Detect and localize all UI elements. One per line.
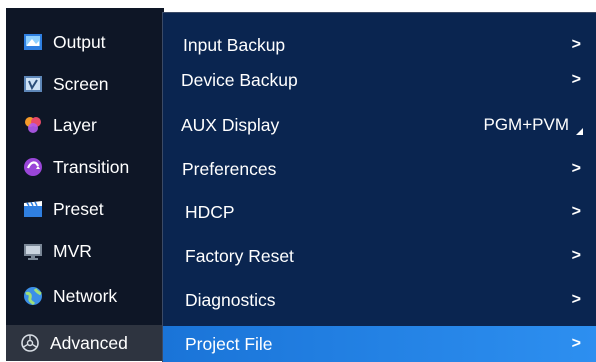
sidebar-item-transition[interactable]: Transition — [6, 147, 164, 187]
chevron-right-icon: > — [571, 335, 581, 352]
sidebar-item-advanced[interactable]: Advanced — [6, 325, 164, 361]
menu-item-label: Input Backup — [183, 34, 286, 55]
sidebar-item-label: Output — [53, 31, 106, 52]
chevron-right-icon: > — [571, 160, 581, 177]
sidebar-item-network[interactable]: Network — [6, 276, 164, 316]
sidebar-item-mvr[interactable]: MVR — [6, 231, 164, 271]
output-icon — [23, 32, 43, 52]
menu-item-label: Preferences — [182, 158, 277, 179]
sidebar-item-label: MVR — [53, 240, 92, 261]
mvr-icon — [23, 241, 43, 261]
chevron-right-icon: > — [571, 71, 581, 88]
sidebar-item-label: Preset — [53, 198, 104, 219]
menu-item-label: Project File — [185, 333, 273, 354]
gear-icon — [20, 333, 40, 353]
sidebar-item-screen[interactable]: Screen — [6, 64, 164, 104]
chevron-right-icon: > — [571, 247, 581, 264]
sidebar-item-label: Advanced — [50, 332, 128, 353]
sidebar-item-preset[interactable]: Preset — [6, 189, 164, 229]
advanced-submenu: Input Backup > Device Backup > AUX Displ… — [162, 12, 596, 362]
layer-icon — [23, 115, 43, 135]
sidebar-item-label: Transition — [53, 156, 130, 177]
chevron-right-icon: > — [571, 291, 581, 308]
menu-item-device-backup[interactable]: Device Backup > — [163, 59, 596, 101]
preset-icon — [23, 199, 43, 219]
dropdown-corner-icon — [576, 128, 583, 135]
menu-window: Output Screen Layer Transition Preset MV… — [0, 0, 596, 362]
menu-item-label: AUX Display — [181, 114, 280, 135]
sidebar-item-label: Network — [53, 285, 118, 306]
screen-icon — [23, 74, 43, 94]
menu-item-factory-reset[interactable]: Factory Reset > — [163, 235, 596, 277]
chevron-right-icon: > — [571, 36, 581, 53]
menu-item-preferences[interactable]: Preferences > — [163, 148, 596, 190]
transition-icon — [23, 157, 43, 177]
aux-display-value[interactable]: PGM+PVM — [484, 115, 570, 135]
menu-item-project-file[interactable]: Project File > — [163, 326, 596, 362]
sidebar-item-label: Screen — [53, 73, 109, 94]
menu-item-label: Device Backup — [181, 69, 298, 90]
sidebar-item-output[interactable]: Output — [6, 22, 164, 62]
sidebar: Output Screen Layer Transition Preset MV… — [6, 8, 164, 361]
sidebar-item-label: Layer — [53, 114, 97, 135]
menu-item-aux-display[interactable]: AUX Display PGM+PVM — [163, 104, 596, 146]
menu-item-label: Factory Reset — [185, 245, 294, 266]
menu-item-diagnostics[interactable]: Diagnostics > — [163, 279, 596, 321]
sidebar-item-layer[interactable]: Layer — [6, 105, 164, 145]
menu-item-hdcp[interactable]: HDCP > — [163, 191, 596, 233]
network-icon — [23, 286, 43, 306]
chevron-right-icon: > — [571, 203, 581, 220]
menu-item-label: HDCP — [185, 201, 235, 222]
menu-item-label: Diagnostics — [185, 289, 276, 310]
